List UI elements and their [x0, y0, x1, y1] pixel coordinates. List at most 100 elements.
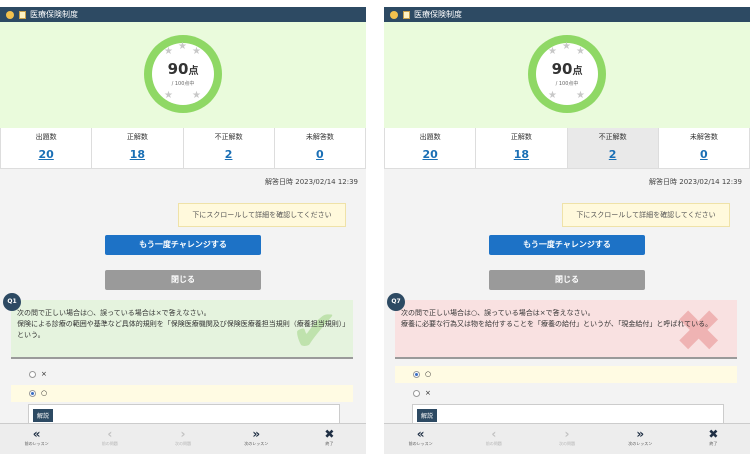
- divider: [395, 357, 737, 359]
- nav-label: 前のレッスン: [24, 441, 49, 446]
- nav-icon: ›: [564, 427, 570, 441]
- footer-nav-1[interactable]: ‹ 前の問題: [457, 424, 530, 454]
- nav-label: 前の問題: [101, 441, 118, 446]
- footer-nav-4[interactable]: ✖ 終了: [293, 424, 366, 454]
- star-icon: ★: [548, 90, 557, 101]
- stat-value-link[interactable]: 18: [476, 148, 566, 161]
- option-label: ○: [41, 389, 48, 397]
- question-box: ✔ 次の問で正しい場合は○、誤っている場合は×で答えなさい。 保険による診療の範囲や…: [11, 300, 353, 360]
- result-panel-right: 医療保険制度 ★ ★ ★ ★ ★ 90点/ 100点中 出題数 20 正解数 18 不正解数 2 未解答数…: [384, 7, 750, 454]
- answer-option[interactable]: ○: [11, 385, 353, 402]
- stats-bar: 出題数 20 正解数 18 不正解数 2 未解答数 0: [0, 128, 366, 169]
- stat-value-link[interactable]: 2: [184, 148, 274, 161]
- question-statement: 保険による診療の範囲や基準など具体的規則を「保険医療機関及び保険医療養担当規則（…: [17, 320, 346, 339]
- stat-2[interactable]: 不正解数 2: [184, 128, 275, 168]
- answer-option[interactable]: ×: [11, 366, 353, 383]
- title: 医療保険制度: [414, 10, 462, 19]
- question-statement: 療養に必要な行為又は物を給付することを「療養の給付」というが、「現金給付」と呼ば…: [401, 320, 713, 328]
- question-number: Q7: [387, 293, 405, 311]
- stat-label: 出題数: [35, 133, 57, 141]
- star-icon: ★: [164, 90, 173, 101]
- score-ring: ★ ★ ★ ★ ★ 90点/ 100点中: [528, 35, 606, 113]
- result-panel-left: 医療保険制度 ★ ★ ★ ★ ★ 90点/ 100点中 出題数 20 正解数 18 不正解数 2 未解答数…: [0, 7, 366, 454]
- radio-button[interactable]: [413, 389, 420, 397]
- score-circle: ★ ★ ★ ★ ★ 90点/ 100点中: [152, 42, 214, 105]
- score-unit: 点: [188, 66, 199, 77]
- star-icon: ★: [192, 46, 201, 57]
- nav-label: 前のレッスン: [408, 441, 433, 446]
- stat-value-link[interactable]: 0: [275, 148, 365, 161]
- nav-icon: ‹: [107, 427, 113, 441]
- answer-date: 解答日時 2023/02/14 12:39: [265, 178, 358, 186]
- footer-nav-3[interactable]: » 次のレッスン: [604, 424, 677, 454]
- star-icon: ★: [576, 90, 585, 101]
- question-instruction: 次の問で正しい場合は○、誤っている場合は×で答えなさい。: [401, 309, 595, 317]
- question-text: 次の問で正しい場合は○、誤っている場合は×で答えなさい。 保険による診療の範囲や基…: [17, 308, 347, 341]
- divider: [11, 357, 353, 359]
- retry-button[interactable]: もう一度チャレンジする: [489, 235, 645, 255]
- nav-icon: ✖: [708, 427, 719, 441]
- stat-value-link[interactable]: 20: [1, 148, 91, 161]
- stat-label: 未解答数: [305, 133, 334, 141]
- stat-1[interactable]: 正解数 18: [92, 128, 184, 168]
- notebook-icon: [19, 10, 26, 19]
- stat-1[interactable]: 正解数 18: [476, 128, 568, 168]
- stat-value-link[interactable]: 2: [568, 148, 658, 161]
- nav-icon: «: [416, 427, 425, 441]
- retry-button[interactable]: もう一度チャレンジする: [105, 235, 261, 255]
- score-total: / 100点中: [555, 81, 579, 87]
- nav-label: 前の問題: [485, 441, 502, 446]
- app-icon: [390, 10, 398, 19]
- stat-label: 未解答数: [689, 133, 718, 141]
- nav-icon: ›: [180, 427, 186, 441]
- stat-value-link[interactable]: 18: [92, 148, 182, 161]
- radio-button[interactable]: [29, 370, 36, 378]
- score-ring: ★ ★ ★ ★ ★ 90点/ 100点中: [144, 35, 222, 113]
- close-button[interactable]: 閉じる: [105, 270, 261, 290]
- title-bar: 医療保険制度: [0, 7, 366, 22]
- stat-0[interactable]: 出題数 20: [384, 128, 477, 168]
- explanation-tag: 解説: [33, 409, 54, 422]
- option-label: ×: [41, 370, 47, 378]
- nav-label: 終了: [709, 441, 718, 446]
- stat-value-link[interactable]: 0: [659, 148, 749, 161]
- radio-button[interactable]: [29, 389, 36, 397]
- stat-label: 正解数: [126, 133, 148, 141]
- score-area: ★ ★ ★ ★ ★ 90点/ 100点中: [0, 22, 366, 128]
- footer-nav-2[interactable]: › 次の問題: [146, 424, 219, 454]
- stat-3[interactable]: 未解答数 0: [275, 128, 366, 168]
- footer-nav-4[interactable]: ✖ 終了: [677, 424, 750, 454]
- stat-label: 出題数: [419, 133, 441, 141]
- nav-label: 次の問題: [175, 441, 191, 446]
- title: 医療保険制度: [30, 10, 78, 19]
- question-box: ✖ 次の問で正しい場合は○、誤っている場合は×で答えなさい。 療養に必要な行為又は物…: [395, 300, 737, 360]
- answer-option[interactable]: ○: [395, 366, 737, 383]
- score-unit: 点: [572, 66, 583, 77]
- scroll-note: 下にスクロールして詳細を確認してください: [178, 203, 346, 227]
- question-number: Q1: [3, 293, 21, 311]
- stat-3[interactable]: 未解答数 0: [659, 128, 750, 168]
- radio-button[interactable]: [413, 370, 420, 378]
- question-text: 次の問で正しい場合は○、誤っている場合は×で答えなさい。療養に必要な行為又は物を…: [401, 308, 731, 330]
- answer-option[interactable]: ×: [395, 385, 737, 402]
- footer-nav-1[interactable]: ‹ 前の問題: [73, 424, 146, 454]
- stat-value-link[interactable]: 20: [385, 148, 475, 161]
- footer-nav-3[interactable]: » 次のレッスン: [220, 424, 293, 454]
- nav-label: 次のレッスン: [244, 441, 269, 446]
- footer-nav-0[interactable]: «前のレッスン: [384, 424, 457, 454]
- footer-nav-0[interactable]: «前のレッスン: [0, 424, 73, 454]
- footer-nav-2[interactable]: › 次の問題: [530, 424, 603, 454]
- stat-2[interactable]: 不正解数 2: [567, 128, 659, 168]
- nav-icon: »: [252, 427, 261, 441]
- app-icon: [6, 10, 14, 19]
- nav-icon: »: [636, 427, 645, 441]
- footer-nav: «前のレッスン ‹ 前の問題 › 次の問題» 次のレッスン ✖ 終了: [0, 423, 366, 454]
- close-button[interactable]: 閉じる: [489, 270, 645, 290]
- footer-nav: «前のレッスン ‹ 前の問題 › 次の問題» 次のレッスン ✖ 終了: [384, 423, 750, 454]
- score-total: / 100点中: [171, 81, 195, 87]
- answer-date: 解答日時 2023/02/14 12:39: [649, 178, 742, 186]
- stat-0[interactable]: 出題数 20: [0, 128, 93, 168]
- option-label: ○: [425, 370, 432, 378]
- scroll-note: 下にスクロールして詳細を確認してください: [562, 203, 730, 227]
- notebook-icon: [403, 10, 410, 19]
